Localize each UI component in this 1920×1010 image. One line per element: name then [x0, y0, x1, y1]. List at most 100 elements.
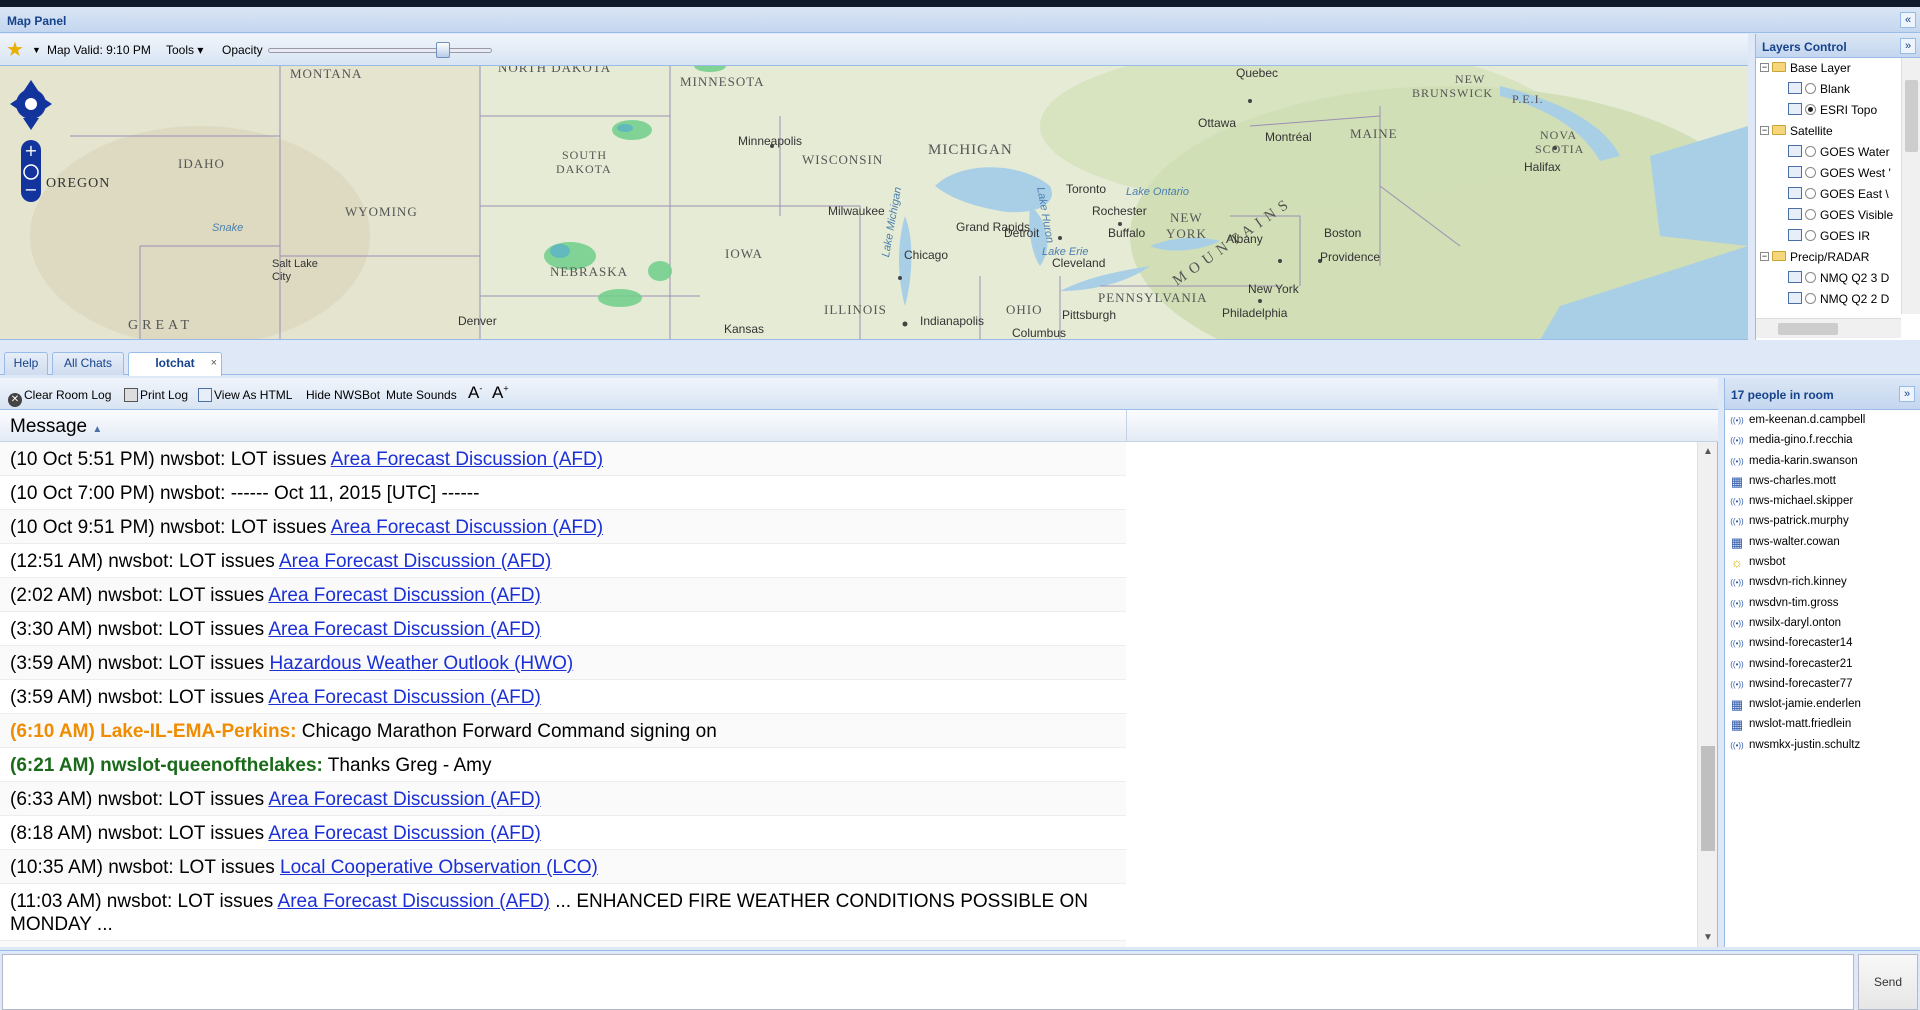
layer-option[interactable]: NMQ Q2 3 D [1756, 268, 1901, 289]
product-link[interactable]: Area Forecast Discussion (AFD) [331, 517, 603, 538]
opacity-slider-thumb[interactable] [436, 42, 450, 58]
layers-vertical-scrollbar[interactable] [1901, 58, 1920, 314]
favorites-star-icon[interactable]: ★ [6, 40, 24, 60]
map-city-label: Minneapolis [738, 134, 803, 148]
map-state-label: NEBRASKA [550, 264, 629, 279]
map-zoom-control[interactable]: + − [20, 140, 42, 205]
product-link[interactable]: Area Forecast Discussion (AFD) [268, 823, 540, 844]
increase-font-button[interactable]: A+ [492, 383, 509, 403]
layer-group[interactable]: − Base Layer [1756, 58, 1901, 79]
participant-item[interactable]: ▦ nwslot-jamie.enderlen [1725, 695, 1920, 715]
layer-group[interactable]: − Satellite [1756, 121, 1901, 142]
layer-option[interactable]: GOES West ' [1756, 163, 1901, 184]
layer-label: GOES Water [1820, 145, 1890, 159]
opacity-slider-track[interactable] [268, 48, 492, 53]
broadcast-icon: ((•)) [1730, 517, 1744, 527]
product-link[interactable]: Area Forecast Discussion (AFD) [278, 891, 550, 912]
product-link[interactable]: Area Forecast Discussion (AFD) [331, 449, 603, 470]
layer-group[interactable]: − Precip/RADAR [1756, 247, 1901, 268]
participant-item[interactable]: ((•)) nws-patrick.murphy [1725, 512, 1920, 532]
participant-item[interactable]: ((•)) nwsind-forecaster77 [1725, 675, 1920, 695]
layers-horizontal-scrollbar[interactable] [1756, 318, 1901, 338]
product-link[interactable]: Local Cooperative Observation (LCO) [280, 857, 598, 878]
layer-option[interactable]: GOES East \ [1756, 184, 1901, 205]
collapse-tree-icon[interactable]: − [1760, 126, 1769, 135]
product-link[interactable]: Hazardous Weather Outlook (HWO) [269, 653, 573, 674]
layer-option[interactable]: Blank [1756, 79, 1901, 100]
participant-item[interactable]: ((•)) media-karin.swanson [1725, 452, 1920, 472]
message-scrollbar[interactable]: ▲ ▼ [1697, 442, 1717, 947]
product-link[interactable]: Area Forecast Discussion (AFD) [268, 687, 540, 708]
print-log-button[interactable]: Print Log [124, 388, 188, 402]
collapse-right-icon[interactable]: » [1900, 38, 1916, 54]
product-link[interactable]: Area Forecast Discussion (AFD) [268, 585, 540, 606]
layer-option[interactable]: NMQ Q2 2 D [1756, 289, 1901, 310]
svg-text:−: − [24, 180, 37, 199]
participant-name: nwsdvn-tim.gross [1749, 596, 1839, 609]
participant-item[interactable]: ((•)) nwsdvn-rich.kinney [1725, 573, 1920, 593]
product-link[interactable]: Area Forecast Discussion (AFD) [268, 789, 540, 810]
message-column-header[interactable]: Message ▲ [10, 416, 102, 438]
layer-radio[interactable] [1805, 83, 1816, 94]
favorites-dropdown-arrow-icon[interactable]: ▼ [32, 45, 41, 55]
view-as-html-button[interactable]: View As HTML [198, 388, 292, 402]
map-pan-control[interactable] [10, 74, 52, 137]
participant-list: ((•)) em-keenan.d.campbell ((•)) media-gino… [1725, 410, 1920, 756]
layer-option[interactable]: ESRI Topo [1756, 100, 1901, 121]
layer-option[interactable]: GOES Water [1756, 142, 1901, 163]
collapse-tree-icon[interactable]: − [1760, 63, 1769, 72]
map-city-label: Providence [1320, 250, 1381, 264]
participant-item[interactable]: ((•)) nwsind-forecaster14 [1725, 634, 1920, 654]
mute-sounds-button[interactable]: Mute Sounds [386, 388, 457, 402]
participant-item[interactable]: ▦ nwslot-matt.friedlein [1725, 715, 1920, 735]
layer-option[interactable]: GOES IR [1756, 226, 1901, 247]
map-view[interactable]: MONTANA NORTH DAKOTA MINNESOTA SOUTH DAK… [0, 66, 1748, 340]
collapse-tree-icon[interactable]: − [1760, 252, 1769, 261]
layer-radio[interactable] [1805, 209, 1816, 220]
map-city-label: New York [1248, 282, 1299, 296]
participant-item[interactable]: ((•)) nwsilx-daryl.onton [1725, 614, 1920, 634]
scroll-up-arrow-icon[interactable]: ▲ [1703, 446, 1713, 457]
message-input[interactable] [2, 954, 1854, 1010]
close-tab-icon[interactable]: × [211, 353, 217, 374]
product-link[interactable]: Area Forecast Discussion (AFD) [268, 619, 540, 640]
layer-radio[interactable] [1805, 272, 1816, 283]
layer-option[interactable]: GOES Visible [1756, 205, 1901, 226]
participant-item[interactable]: ((•)) nwsind-forecaster21 [1725, 655, 1920, 675]
layer-radio[interactable] [1805, 188, 1816, 199]
layer-radio[interactable] [1805, 293, 1816, 304]
tab-all-chats[interactable]: All Chats [52, 352, 124, 375]
product-link[interactable]: Area Forecast Discussion (AFD) [279, 551, 551, 572]
layer-radio[interactable] [1805, 146, 1816, 157]
participant-item[interactable]: ((•)) nws-michael.skipper [1725, 492, 1920, 512]
tab-help[interactable]: Help [4, 352, 48, 375]
layer-radio[interactable] [1805, 230, 1816, 241]
layer-radio[interactable] [1805, 104, 1816, 115]
map-city-label: Milwaukee [828, 204, 885, 218]
map-city-label: Cleveland [1052, 256, 1106, 270]
layer-radio[interactable] [1805, 167, 1816, 178]
message-grid-header: Message ▲ [0, 410, 1718, 442]
scroll-down-arrow-icon[interactable]: ▼ [1703, 932, 1713, 943]
tools-menu-button[interactable]: Tools ▾ [166, 43, 203, 57]
participant-item[interactable]: ((•)) media-gino.f.recchia [1725, 431, 1920, 451]
scrollbar-thumb[interactable] [1778, 323, 1838, 335]
participant-item[interactable]: ((•)) nwsdvn-tim.gross [1725, 594, 1920, 614]
send-button[interactable]: Send [1858, 954, 1918, 1010]
collapse-right-icon[interactable]: » [1899, 386, 1915, 402]
room-count-title: 17 people in room [1731, 388, 1834, 402]
participant-item[interactable]: ((•)) em-keenan.d.campbell [1725, 411, 1920, 431]
flag-icon: ▦ [1730, 473, 1744, 489]
collapse-up-icon[interactable]: « [1900, 12, 1916, 28]
participant-item[interactable]: ▦ nws-walter.cowan [1725, 533, 1920, 553]
column-separator [1126, 410, 1127, 442]
participant-item[interactable]: ▦ nws-charles.mott [1725, 472, 1920, 492]
tab-lotchat[interactable]: lotchat × [128, 352, 222, 376]
hide-nwsbot-button[interactable]: Hide NWSBot [306, 388, 380, 402]
decrease-font-button[interactable]: A- [468, 383, 482, 403]
participant-item[interactable]: ☼ nwsbot [1725, 553, 1920, 573]
participant-item[interactable]: ((•)) nwsmkx-justin.schultz [1725, 736, 1920, 756]
scrollbar-thumb[interactable] [1905, 80, 1918, 152]
scrollbar-thumb[interactable] [1701, 746, 1715, 851]
clear-room-log-button[interactable]: ✕ Clear Room Log [8, 388, 111, 407]
